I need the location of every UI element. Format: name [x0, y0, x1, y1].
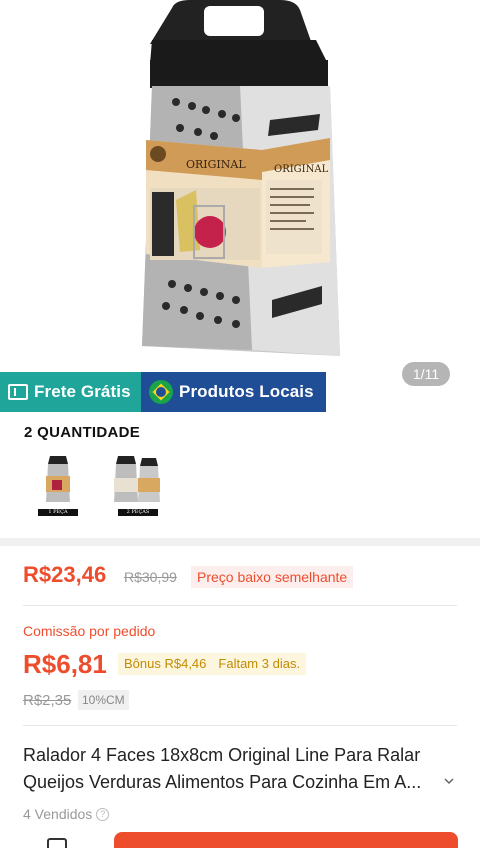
chevron-down-icon[interactable]	[444, 776, 454, 786]
current-price: R$23,46	[23, 562, 107, 587]
sold-count: 4 Vendidos ?	[23, 806, 110, 822]
low-price-tag: Preço baixo semelhante	[191, 566, 354, 588]
bonus-amount: Bônus R$4,46	[124, 656, 207, 671]
shop-icon[interactable]	[47, 838, 67, 848]
variation-option-1-caption: 1 PEÇA	[38, 509, 78, 516]
product-image-carousel[interactable]: ORIGINAL ORIGINAL 1/11	[0, 0, 480, 412]
divider	[23, 605, 457, 606]
free-shipping-badge: Frete Grátis	[0, 372, 141, 412]
local-products-badge: Produtos Locais	[141, 372, 326, 412]
divider	[23, 725, 457, 726]
variation-option-1[interactable]: 1 PEÇA	[30, 452, 86, 516]
bonus-remaining: Faltam 3 dias.	[218, 656, 301, 671]
variation-option-2[interactable]: 2 PEÇAS	[110, 452, 166, 516]
image-counter: 1/11	[402, 362, 450, 386]
commission-value: R$6,81	[23, 649, 107, 679]
variation-option-2-caption: 2 PEÇAS	[118, 509, 158, 516]
section-divider	[0, 538, 480, 546]
sold-count-label: 4 Vendidos	[23, 806, 93, 822]
original-price: R$30,99	[124, 569, 177, 585]
commission-rate-tag: 10%CM	[78, 690, 129, 710]
product-title-line-2: Queijos Verduras Alimentos Para Cozinha …	[23, 772, 422, 792]
buy-button[interactable]	[114, 832, 458, 848]
brazil-flag-icon	[149, 380, 173, 404]
svg-text:ORIGINAL: ORIGINAL	[274, 164, 329, 175]
free-shipping-label: Frete Grátis	[34, 382, 131, 401]
bonus-tag: Bônus R$4,46 Faltam 3 dias.	[118, 653, 307, 675]
local-products-label: Produtos Locais	[179, 382, 314, 401]
shipping-icon	[8, 384, 28, 400]
product-title[interactable]: Ralador 4 Faces 18x8cm Original Line Par…	[23, 742, 443, 796]
help-icon[interactable]: ?	[96, 807, 110, 821]
grater-image: ORIGINAL ORIGINAL	[142, 0, 340, 356]
single-grater-thumbnail	[46, 456, 70, 502]
svg-text:ORIGINAL: ORIGINAL	[186, 158, 246, 171]
double-grater-thumbnail	[114, 456, 160, 502]
variation-title: 2 QUANTIDADE	[24, 424, 141, 441]
product-title-line-1: Ralador 4 Faces 18x8cm Original Line Par…	[23, 745, 421, 765]
commission-old-value: R$2,35	[23, 692, 72, 709]
shipping-badges: Frete Grátis Produtos Locais	[0, 372, 326, 412]
variation-section: 2 QUANTIDADE 1 PEÇA 2 PEÇAS	[0, 412, 480, 538]
commission-label: Comissão por pedido	[23, 623, 156, 639]
